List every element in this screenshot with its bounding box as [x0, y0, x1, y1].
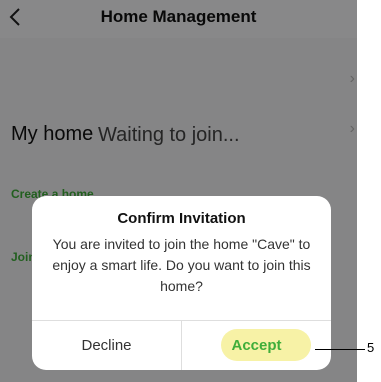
callout-line [315, 349, 365, 350]
dialog-title: Confirm Invitation [117, 210, 246, 227]
confirm-invitation-dialog: Confirm Invitation You are invited to jo… [32, 196, 331, 370]
screenshot-stage: Home Management › My home Waiting to joi… [0, 0, 381, 382]
accept-button[interactable]: Accept [182, 321, 331, 370]
accept-label: Accept [231, 337, 282, 354]
decline-button[interactable]: Decline [32, 321, 181, 370]
callout-number: 5 [367, 340, 375, 355]
phone-screen: Home Management › My home Waiting to joi… [0, 0, 357, 382]
dialog-message: You are invited to join the home "Cave" … [52, 236, 311, 294]
